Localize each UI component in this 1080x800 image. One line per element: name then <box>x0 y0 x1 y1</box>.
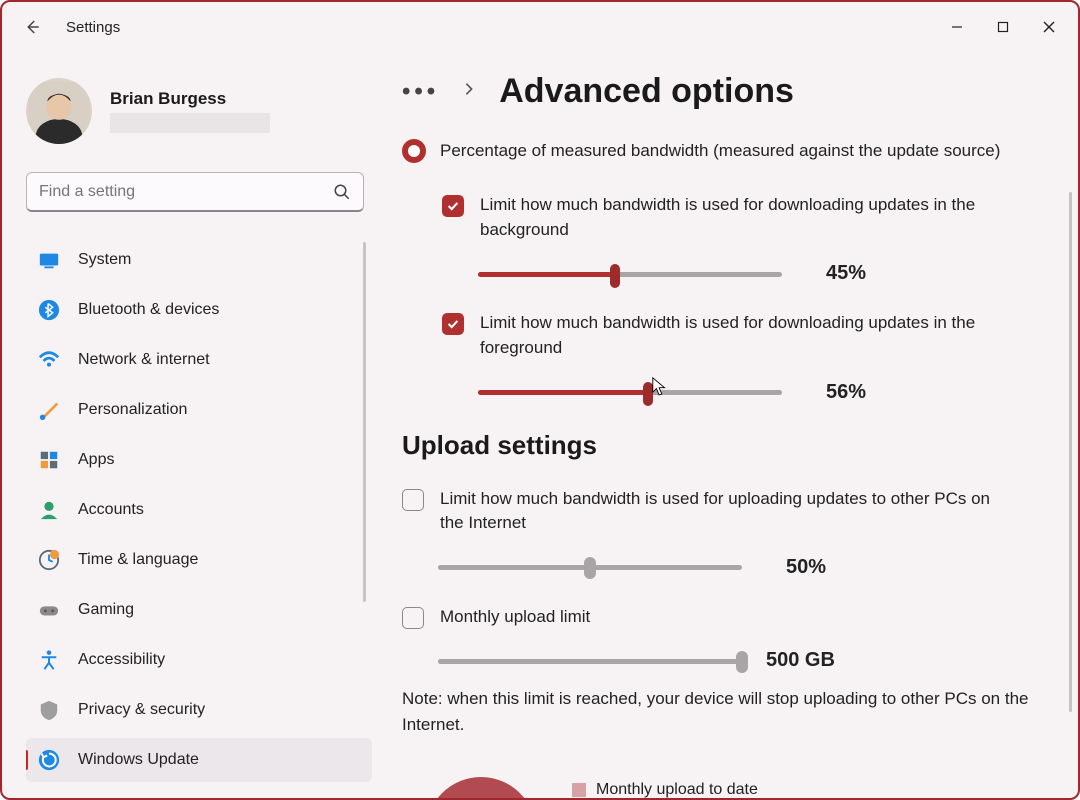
upload-ring-chart <box>426 777 536 798</box>
upload-stats: Monthly upload to date <box>426 777 1036 798</box>
content-scrollbar[interactable] <box>1069 192 1072 712</box>
sidebar: Brian Burgess System <box>2 52 382 798</box>
sidebar-item-accessibility[interactable]: Accessibility <box>26 638 372 682</box>
display-icon <box>38 249 60 271</box>
nav-label: Accounts <box>78 501 144 519</box>
breadcrumb-menu-icon[interactable]: ••• <box>402 78 439 106</box>
clock-globe-icon <box>38 549 60 571</box>
window-controls <box>934 11 1072 43</box>
accessibility-icon <box>38 649 60 671</box>
upload-bw-value: 50% <box>786 556 866 579</box>
profile-block[interactable]: Brian Burgess <box>26 78 372 144</box>
page-title: Advanced options <box>499 72 794 111</box>
fg-limit-block: Limit how much bandwidth is used for dow… <box>442 311 1036 403</box>
legend-swatch <box>572 783 586 797</box>
apps-icon <box>38 449 60 471</box>
breadcrumb: ••• Advanced options <box>402 72 1036 111</box>
avatar <box>26 78 92 144</box>
radio-icon <box>402 139 426 163</box>
sidebar-item-network[interactable]: Network & internet <box>26 338 372 382</box>
sidebar-item-accounts[interactable]: Accounts <box>26 488 372 532</box>
chevron-right-icon <box>461 81 477 102</box>
monthly-limit-checkbox[interactable] <box>402 607 424 629</box>
sidebar-item-personalization[interactable]: Personalization <box>26 388 372 432</box>
sidebar-item-windows-update[interactable]: Windows Update <box>26 738 372 782</box>
bandwidth-mode-radio[interactable]: Percentage of measured bandwidth (measur… <box>402 139 1036 163</box>
search-box[interactable] <box>26 172 364 212</box>
app-title: Settings <box>66 19 120 36</box>
upload-bw-label: Limit how much bandwidth is used for upl… <box>440 487 1000 536</box>
nav-label: System <box>78 251 131 269</box>
upload-bw-checkbox[interactable] <box>402 489 424 511</box>
bluetooth-icon <box>38 299 60 321</box>
wifi-icon <box>38 349 60 371</box>
fg-limit-value: 56% <box>826 381 906 404</box>
legend-label: Monthly upload to date <box>596 781 758 798</box>
bg-limit-value: 45% <box>826 262 906 285</box>
bg-limit-slider[interactable] <box>478 264 782 284</box>
back-button[interactable] <box>22 17 42 37</box>
content-pane: ••• Advanced options Percentage of measu… <box>382 52 1078 798</box>
bg-limit-label: Limit how much bandwidth is used for dow… <box>480 193 1036 242</box>
upload-note: Note: when this limit is reached, your d… <box>402 686 1036 737</box>
nav-label: Gaming <box>78 601 134 619</box>
nav-label: Windows Update <box>78 751 199 769</box>
nav-label: Time & language <box>78 551 198 569</box>
bg-limit-checkbox[interactable] <box>442 195 464 217</box>
nav-label: Personalization <box>78 401 187 419</box>
sidebar-item-time-language[interactable]: Time & language <box>26 538 372 582</box>
upload-bw-slider[interactable] <box>438 557 742 577</box>
profile-name: Brian Burgess <box>110 89 270 109</box>
settings-window: Settings <box>0 0 1080 800</box>
update-icon <box>38 749 60 771</box>
paintbrush-icon <box>38 399 60 421</box>
upload-bw-block: Limit how much bandwidth is used for upl… <box>402 487 1036 579</box>
search-icon <box>333 183 351 201</box>
nav-list: System Bluetooth & devices Network & int… <box>26 238 372 798</box>
fg-limit-label: Limit how much bandwidth is used for dow… <box>480 311 1036 360</box>
nav-label: Privacy & security <box>78 701 205 719</box>
minimize-button[interactable] <box>934 11 980 43</box>
nav-label: Apps <box>78 451 114 469</box>
titlebar: Settings <box>2 2 1078 52</box>
nav-label: Bluetooth & devices <box>78 301 219 319</box>
upload-settings-heading: Upload settings <box>402 430 1036 461</box>
sidebar-item-gaming[interactable]: Gaming <box>26 588 372 632</box>
sidebar-item-apps[interactable]: Apps <box>26 438 372 482</box>
sidebar-item-system[interactable]: System <box>26 238 372 282</box>
maximize-button[interactable] <box>980 11 1026 43</box>
close-button[interactable] <box>1026 11 1072 43</box>
radio-label: Percentage of measured bandwidth (measur… <box>440 141 1000 161</box>
monthly-limit-slider[interactable] <box>438 651 742 671</box>
profile-email-redacted <box>110 113 270 133</box>
search-input[interactable] <box>39 183 333 201</box>
bg-limit-block: Limit how much bandwidth is used for dow… <box>442 193 1036 285</box>
monthly-limit-value: 500 GB <box>766 649 846 672</box>
person-icon <box>38 499 60 521</box>
fg-limit-slider[interactable] <box>478 382 782 402</box>
fg-limit-checkbox[interactable] <box>442 313 464 335</box>
sidebar-item-privacy[interactable]: Privacy & security <box>26 688 372 732</box>
nav-label: Accessibility <box>78 651 165 669</box>
sidebar-scrollbar[interactable] <box>363 238 366 798</box>
shield-icon <box>38 699 60 721</box>
sidebar-item-bluetooth[interactable]: Bluetooth & devices <box>26 288 372 332</box>
monthly-limit-label: Monthly upload limit <box>440 605 590 630</box>
gamepad-icon <box>38 599 60 621</box>
nav-label: Network & internet <box>78 351 210 369</box>
monthly-limit-block: Monthly upload limit 500 GB <box>402 605 1036 673</box>
